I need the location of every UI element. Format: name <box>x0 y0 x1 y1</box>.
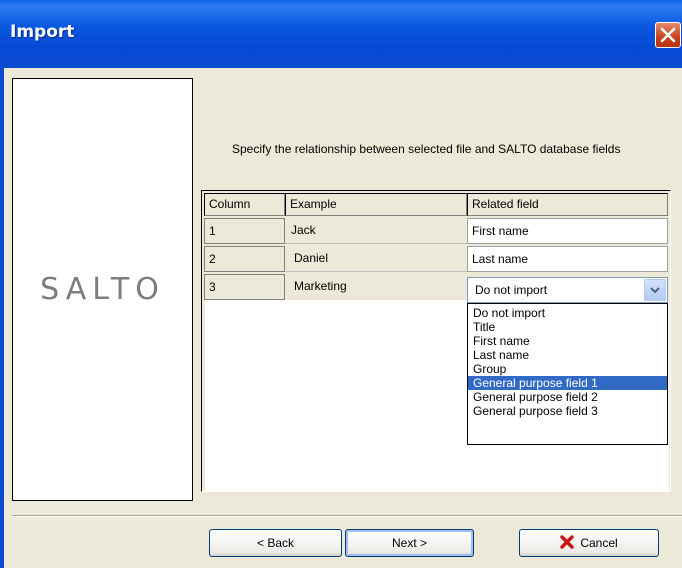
next-button-label: Next > <box>391 536 427 550</box>
related-field-select[interactable]: Do not import <box>467 277 668 303</box>
header-related-field[interactable]: Related field <box>467 193 668 216</box>
related-field-selected-value: Do not import <box>475 283 548 297</box>
option-general-purpose-field-2[interactable]: General purpose field 2 <box>468 390 667 404</box>
option-first-name[interactable]: First name <box>468 334 667 348</box>
header-example[interactable]: Example <box>285 193 467 216</box>
cancel-icon <box>560 535 575 550</box>
row-3-example[interactable]: Marketing <box>285 274 467 300</box>
window-title: Import <box>10 22 75 42</box>
cancel-button-label: Cancel <box>580 536 618 550</box>
logo-panel: SALTO <box>12 78 193 501</box>
window-frame <box>0 68 4 568</box>
title-bar: Import <box>0 0 682 68</box>
back-button[interactable]: < Back <box>209 529 342 557</box>
row-2-column[interactable]: 2 <box>204 246 285 272</box>
row-1-related-field[interactable]: First name <box>467 218 668 244</box>
chevron-down-icon <box>650 287 660 294</box>
option-general-purpose-field-1[interactable]: General purpose field 1 <box>468 376 667 390</box>
row-1-example[interactable]: Jack <box>285 218 467 244</box>
instruction-text: Specify the relationship between selecte… <box>232 142 621 156</box>
row-2-related-field[interactable]: Last name <box>467 246 668 272</box>
option-do-not-import[interactable]: Do not import <box>468 306 667 320</box>
close-button[interactable] <box>655 22 681 48</box>
footer-separator <box>12 515 682 517</box>
option-general-purpose-field-3[interactable]: General purpose field 3 <box>468 404 667 418</box>
row-3-column[interactable]: 3 <box>204 274 285 300</box>
option-title[interactable]: Title <box>468 320 667 334</box>
cancel-button[interactable]: Cancel <box>519 529 659 557</box>
row-1-column[interactable]: 1 <box>204 218 285 244</box>
next-button[interactable]: Next > <box>345 529 474 557</box>
close-icon <box>660 27 676 43</box>
option-group[interactable]: Group <box>468 362 667 376</box>
related-field-dropdown-list: Do not import Title First name Last name… <box>467 303 668 445</box>
option-last-name[interactable]: Last name <box>468 348 667 362</box>
back-button-label: < Back <box>256 536 295 550</box>
row-2-example[interactable]: Daniel <box>285 246 467 272</box>
salto-logo: SALTO <box>40 272 165 307</box>
dropdown-button[interactable] <box>644 279 666 301</box>
header-column[interactable]: Column <box>204 193 285 216</box>
